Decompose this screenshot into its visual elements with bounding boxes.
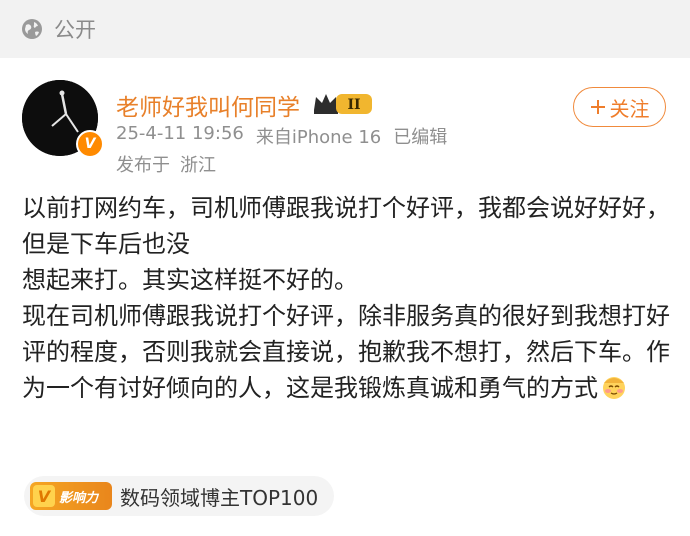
post-meta: 25-4-11 19:56 来自iPhone 16 已编辑 [116, 123, 447, 149]
influence-text: 数码领域博主TOP100 [120, 485, 319, 510]
author-avatar[interactable]: V [22, 80, 104, 158]
crown-level-badge-icon[interactable]: II [312, 90, 374, 116]
author-username[interactable]: 老师好我叫何同学 [116, 88, 300, 122]
influence-badge: V 影响力 [30, 482, 112, 510]
post-body-line-3: 现在司机师傅跟我说打个好评，除非服务真的很好到我想打好评的程度，否则我就会直接说… [22, 302, 670, 402]
follow-button[interactable]: 关注 [573, 87, 666, 127]
influence-v-icon: V [33, 485, 55, 507]
post-body-paragraph-2: 现在司机师傅跟我说打个好评，除非服务真的很好到我想打好评的程度，否则我就会直接说… [22, 298, 672, 406]
influence-tag[interactable]: V 影响力 数码领域博主TOP100 [24, 476, 335, 516]
visibility-indicator[interactable]: 公开 [20, 14, 96, 44]
post-body-line-1: 以前打网约车，司机师傅跟我说打个好评，我都会说好好好，但是下车后也没 [22, 194, 670, 258]
post-date: 25-4-11 19:56 [116, 123, 244, 144]
visibility-bar: 公开 [0, 0, 690, 58]
blush-emoji-icon [603, 377, 625, 399]
post-location: 发布于 浙江 [116, 151, 216, 177]
post-body-line-2: 想起来打。其实这样挺不好的。 [22, 266, 358, 294]
verified-v-icon: V [76, 130, 104, 158]
visibility-label: 公开 [54, 18, 96, 42]
follow-label: 关注 [609, 96, 650, 121]
influence-badge-label: 影响力 [59, 490, 99, 506]
level-badge-text: II [347, 97, 360, 113]
location-prefix: 发布于 [116, 155, 170, 176]
post-source: 来自iPhone 16 [255, 127, 382, 148]
post-body: 以前打网约车，司机师傅跟我说打个好评，我都会说好好好，但是下车后也没 想起来打。… [22, 190, 672, 406]
location-name: 浙江 [180, 155, 216, 176]
plus-icon [590, 100, 605, 114]
globe-icon [22, 19, 42, 39]
post-edited[interactable]: 已编辑 [393, 123, 447, 149]
